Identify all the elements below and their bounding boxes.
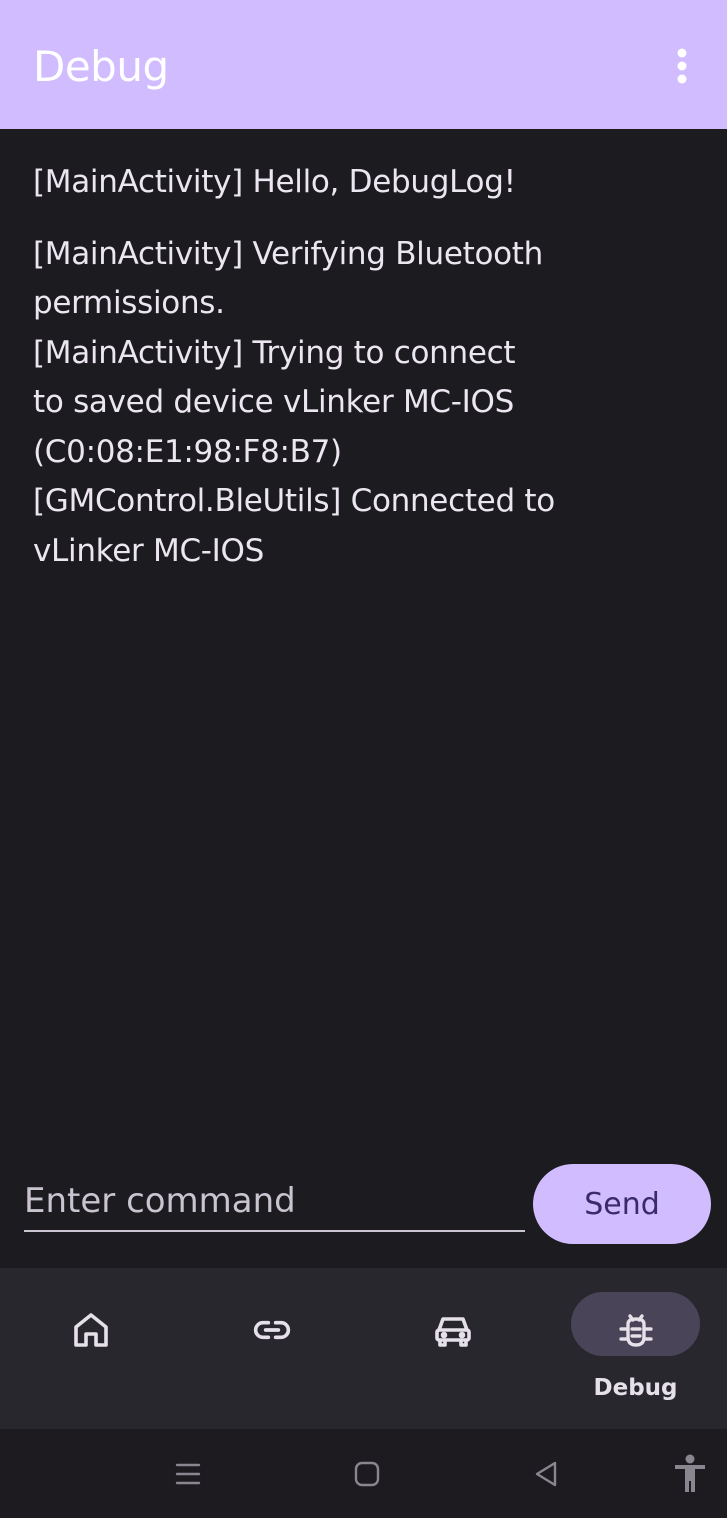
nav-item-home[interactable] [0, 1268, 181, 1429]
car-icon [434, 1317, 471, 1347]
nav-item-link[interactable] [181, 1268, 362, 1429]
bug-icon [618, 1314, 653, 1347]
more-options-button[interactable] [662, 44, 702, 88]
system-navigation-bar [0, 1429, 727, 1518]
send-button[interactable]: Send [533, 1164, 711, 1244]
command-input[interactable] [24, 1172, 525, 1232]
back-icon[interactable] [533, 1460, 559, 1488]
link-icon [253, 1320, 290, 1340]
home-icon [73, 1313, 108, 1347]
home-button-icon[interactable] [353, 1460, 381, 1488]
debug-log: [MainActivity] Hello, DebugLog! [MainAct… [33, 158, 673, 576]
more-vertical-icon [677, 48, 687, 84]
page-title: Debug [33, 42, 169, 91]
nav-item-vehicle[interactable] [362, 1268, 543, 1429]
app-bar: Debug [0, 0, 727, 129]
nav-label-debug: Debug [593, 1375, 678, 1401]
accessibility-icon[interactable] [673, 1454, 707, 1494]
log-entry: [MainActivity] Verifying Bluetooth permi… [33, 235, 555, 569]
recent-apps-icon[interactable] [174, 1461, 202, 1487]
log-entry: [MainActivity] Hello, DebugLog! [33, 164, 516, 200]
